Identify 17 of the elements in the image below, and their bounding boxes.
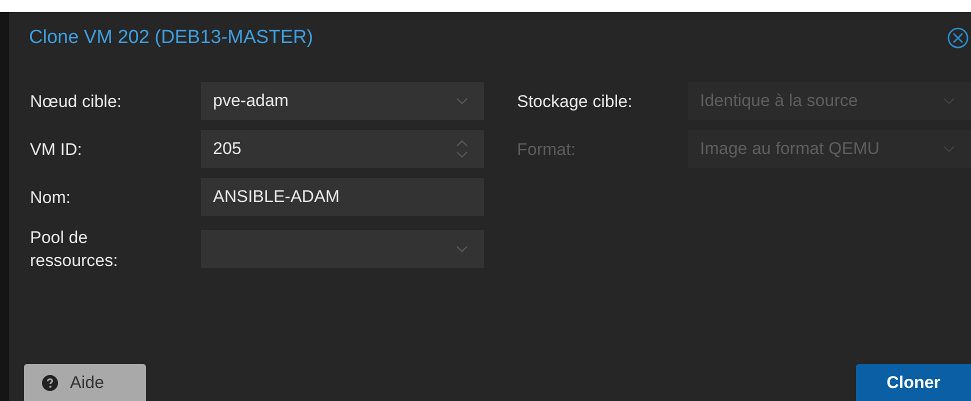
field-label: Nœud cible: — [30, 90, 123, 112]
window-title: Clone VM 202 (DEB13-MASTER) — [29, 26, 314, 50]
chevron-down-icon[interactable] — [456, 245, 468, 253]
close-icon[interactable] — [947, 27, 969, 49]
field-label: Stockage cible: — [517, 90, 634, 112]
help-button[interactable]: Aide — [24, 364, 146, 401]
dropdown-field[interactable] — [201, 230, 484, 268]
chevron-down-icon[interactable] — [456, 97, 468, 105]
input-field[interactable]: ANSIBLE-ADAM — [201, 178, 484, 216]
clone-button[interactable]: Cloner — [856, 364, 971, 401]
spinner-arrows-icon[interactable] — [456, 138, 468, 160]
field-label: Nom: — [30, 186, 72, 208]
field-label: Pool de ressources: — [30, 227, 119, 272]
number-field[interactable]: 205 — [201, 130, 484, 168]
dropdown-field[interactable]: pve-adam — [201, 82, 484, 120]
question-icon — [42, 374, 58, 390]
field-label: VM ID: — [30, 138, 83, 160]
